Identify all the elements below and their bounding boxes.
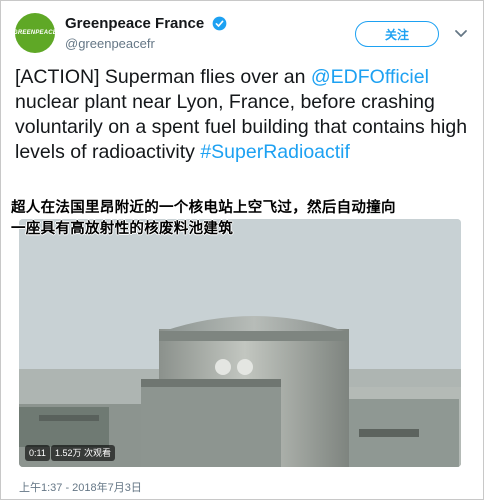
hashtag-link[interactable]: #SuperRadioactif	[200, 141, 350, 163]
avatar-logo-text: GREENPEACE	[13, 30, 58, 36]
mention-link[interactable]: @EDFOfficiel	[311, 66, 429, 88]
display-name[interactable]: Greenpeace France	[65, 15, 204, 32]
tweet-card: GREENPEACE Greenpeace France @greenpeace…	[0, 0, 484, 500]
tweet-header: GREENPEACE Greenpeace France @greenpeace…	[13, 13, 469, 57]
account-handle[interactable]: @greenpeacefr	[65, 36, 227, 51]
tweet-text-part1: [ACTION] Superman flies over an	[15, 66, 311, 88]
chevron-down-icon[interactable]	[453, 25, 469, 41]
video-frame-nuclear-plant	[19, 219, 461, 467]
tweet-timestamp[interactable]: 上午1:37 - 2018年7月3日	[19, 479, 142, 495]
follow-button[interactable]: 关注	[355, 21, 439, 47]
avatar[interactable]: GREENPEACE	[13, 13, 58, 53]
tweet-text: [ACTION] Superman flies over an @EDFOffi…	[15, 65, 475, 165]
video-duration: 0:11	[25, 445, 50, 461]
account-info: Greenpeace France @greenpeacefr	[65, 15, 227, 51]
verified-badge-icon	[212, 16, 227, 31]
chinese-caption-line-2: 一座具有高放射性的核废料池建筑	[11, 221, 233, 237]
video-player[interactable]: 0:11 1.52万 次观看	[19, 219, 461, 467]
video-view-count: 1.52万 次观看	[51, 445, 116, 461]
chinese-caption-line-1: 超人在法国里昂附近的一个核电站上空飞过，然后自动撞向	[11, 200, 396, 216]
